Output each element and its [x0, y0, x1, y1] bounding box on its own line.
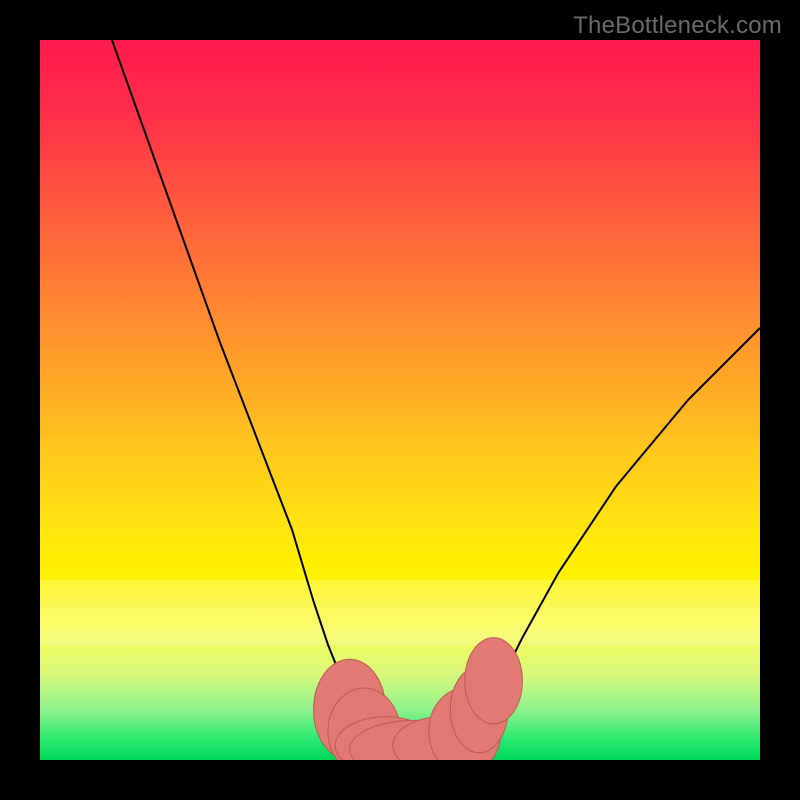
marker-group	[314, 638, 523, 760]
curve-layer	[40, 40, 760, 760]
left-curve	[112, 40, 371, 731]
bottom-marker	[465, 638, 523, 724]
plot-area	[40, 40, 760, 760]
watermark-text: TheBottleneck.com	[573, 12, 782, 40]
chart-frame: TheBottleneck.com	[0, 0, 800, 800]
